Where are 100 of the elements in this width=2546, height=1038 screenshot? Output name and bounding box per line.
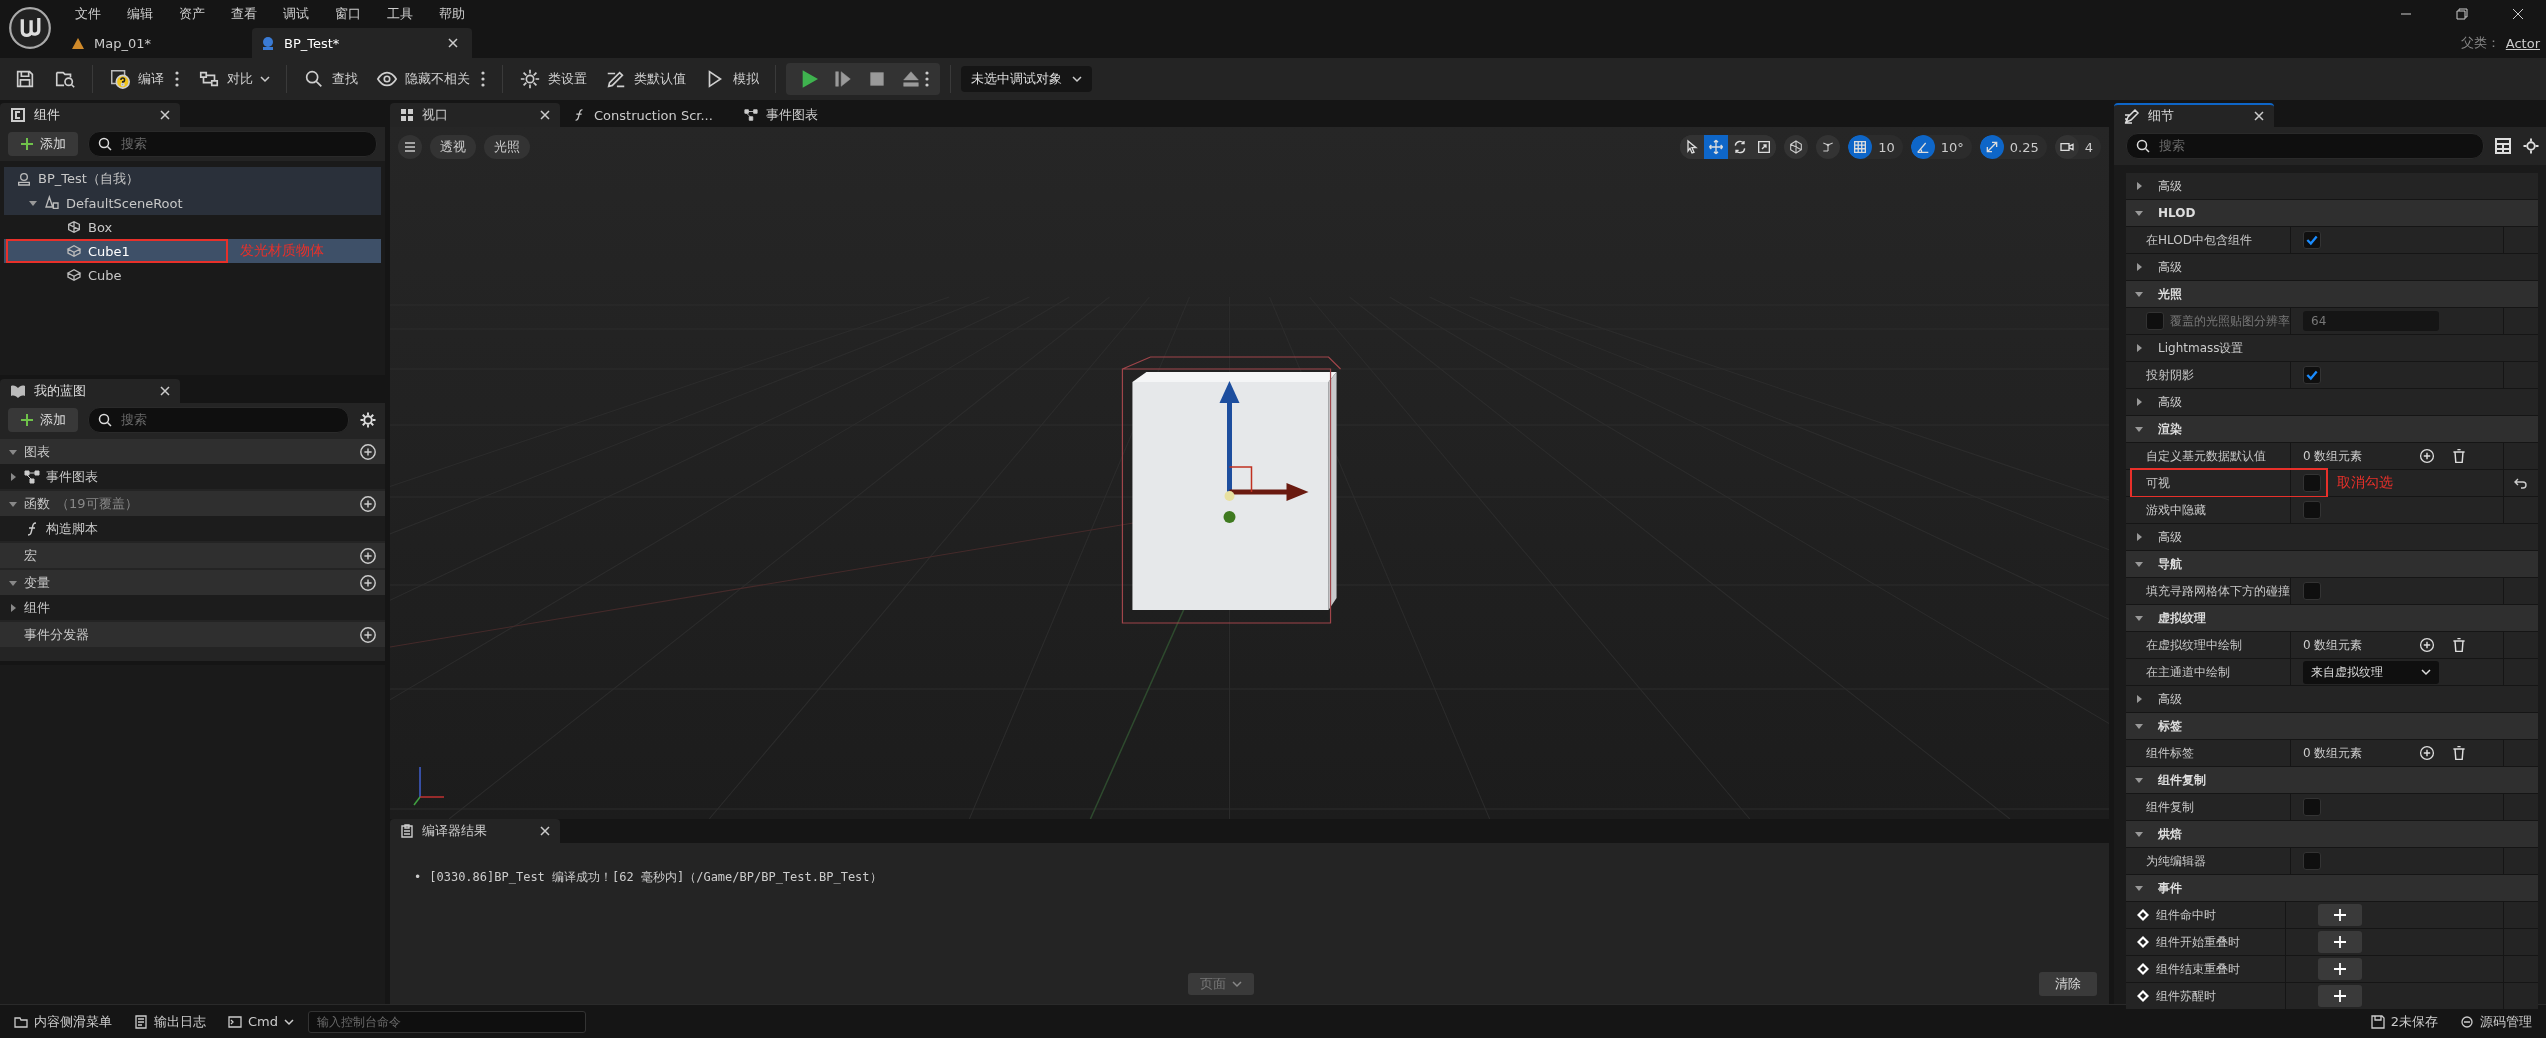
editor-tab[interactable]: 视口 xyxy=(390,103,560,127)
grid-snap-button[interactable] xyxy=(1848,135,1873,159)
close-icon[interactable] xyxy=(2254,111,2264,121)
panel-tab[interactable]: 我的蓝图 xyxy=(0,379,180,403)
checkbox[interactable] xyxy=(2303,474,2321,492)
panel-tab[interactable]: 组件 xyxy=(0,103,180,127)
expand-arrow-icon[interactable] xyxy=(2134,559,2144,569)
add-circle-icon[interactable] xyxy=(359,546,377,565)
close-icon[interactable] xyxy=(448,38,458,48)
class-settings-button[interactable]: 类设置 xyxy=(519,68,587,90)
add-circle-icon[interactable] xyxy=(359,625,377,644)
view-mode-button[interactable]: 光照 xyxy=(484,135,530,159)
local-space-button[interactable] xyxy=(1784,135,1809,159)
expand-arrow-icon[interactable] xyxy=(28,198,38,208)
expand-arrow-icon[interactable] xyxy=(2134,829,2144,839)
panel-tab[interactable]: 编译器结果 xyxy=(390,819,560,843)
add-event-button[interactable] xyxy=(2318,958,2362,980)
more-options-icon[interactable] xyxy=(480,69,486,89)
restore-icon[interactable] xyxy=(2456,8,2468,20)
add-circle-icon[interactable] xyxy=(2419,448,2435,464)
tree-item[interactable]: Cube1 发光材质物体 xyxy=(4,239,381,263)
expand-arrow-icon[interactable] xyxy=(2134,397,2144,407)
document-tab[interactable]: Map_01* xyxy=(62,28,252,58)
section-header[interactable]: HLOD xyxy=(2158,206,2196,220)
add-event-button[interactable] xyxy=(2318,985,2362,1007)
expand-arrow-icon[interactable] xyxy=(2134,694,2144,704)
add-circle-icon[interactable] xyxy=(2419,745,2435,761)
editor-tab[interactable]: Construction Scr... xyxy=(562,103,732,127)
panel-tab[interactable]: 细节 xyxy=(2114,103,2274,127)
section-header[interactable]: 图表 xyxy=(24,442,50,461)
group-header[interactable]: Lightmass设置 xyxy=(2158,339,2244,357)
section-header[interactable]: 光照 xyxy=(2158,285,2182,303)
simulate-button[interactable]: 模拟 xyxy=(704,68,759,90)
add-circle-icon[interactable] xyxy=(359,494,377,513)
settings-icon[interactable] xyxy=(359,411,377,429)
trash-icon[interactable] xyxy=(2451,637,2467,653)
add-button[interactable]: 添加 xyxy=(8,408,78,432)
menu-item[interactable]: 文件 xyxy=(62,5,114,23)
section-header[interactable]: 烘焙 xyxy=(2158,825,2182,843)
expand-arrow-icon[interactable] xyxy=(8,602,18,613)
expand-arrow-icon[interactable] xyxy=(2134,883,2144,893)
expand-arrow-icon[interactable] xyxy=(2134,424,2144,434)
settings-icon[interactable] xyxy=(2522,137,2540,155)
search-field[interactable]: 搜索 xyxy=(88,407,349,433)
more-options-icon[interactable] xyxy=(924,69,930,89)
clear-button[interactable]: 清除 xyxy=(2039,972,2097,996)
add-event-button[interactable] xyxy=(2318,904,2362,926)
expand-arrow-icon[interactable] xyxy=(2134,721,2144,731)
trash-icon[interactable] xyxy=(2451,745,2467,761)
search-field[interactable]: 搜索 xyxy=(88,131,377,157)
section-header[interactable]: 函数 xyxy=(24,494,50,513)
add-circle-icon[interactable] xyxy=(2419,637,2435,653)
find-button[interactable]: 查找 xyxy=(303,68,358,90)
checkbox[interactable] xyxy=(2303,366,2321,384)
section-header[interactable]: 组件复制 xyxy=(2158,771,2206,789)
section-header[interactable]: 虚拟纹理 xyxy=(2158,609,2206,627)
tree-item[interactable]: Cube xyxy=(4,263,381,287)
list-item[interactable]: 组件 xyxy=(24,598,50,617)
section-header[interactable]: 事件 xyxy=(2158,879,2182,897)
hide-unrelated-button[interactable]: 隐藏不相关 xyxy=(376,68,470,90)
expand-arrow-icon[interactable] xyxy=(2134,775,2144,785)
add-circle-icon[interactable] xyxy=(359,573,377,592)
angle-snap-button[interactable] xyxy=(1910,135,1935,159)
menu-button[interactable] xyxy=(398,135,422,159)
menu-item[interactable]: 工具 xyxy=(374,5,426,23)
content-drawer-button[interactable]: 内容侧滑菜单 xyxy=(6,1012,120,1031)
add-event-button[interactable] xyxy=(2318,931,2362,953)
save-button[interactable] xyxy=(14,68,36,90)
search-field[interactable]: 搜索 xyxy=(2126,133,2484,159)
group-header[interactable]: 高级 xyxy=(2158,258,2182,276)
list-item[interactable]: 构造脚本 xyxy=(46,519,98,538)
expand-arrow-icon[interactable] xyxy=(2134,181,2144,191)
group-header[interactable]: 高级 xyxy=(2158,690,2182,708)
tree-item[interactable]: DefaultSceneRoot xyxy=(4,191,381,215)
expand-arrow-icon[interactable] xyxy=(8,471,18,482)
add-circle-icon[interactable] xyxy=(359,442,377,461)
menu-item[interactable]: 窗口 xyxy=(322,5,374,23)
close-icon[interactable] xyxy=(160,386,170,396)
section-header[interactable]: 宏 xyxy=(24,546,37,565)
checkbox[interactable] xyxy=(2303,501,2321,519)
close-icon[interactable] xyxy=(160,110,170,120)
expand-arrow-icon[interactable] xyxy=(2134,613,2144,623)
section-header[interactable]: 渲染 xyxy=(2158,420,2182,438)
expand-arrow-icon[interactable] xyxy=(2134,289,2144,299)
surface-snap-button[interactable] xyxy=(1816,135,1841,159)
dropdown[interactable]: 来自虚拟纹理 xyxy=(2303,660,2439,684)
console-input[interactable]: 输入控制台命令 xyxy=(308,1010,586,1033)
close-icon[interactable] xyxy=(540,110,550,120)
tree-item[interactable]: BP_Test（自我） xyxy=(4,167,381,191)
menu-item[interactable]: 资产 xyxy=(166,5,218,23)
class-defaults-button[interactable]: 类默认值 xyxy=(605,68,686,90)
tree-item[interactable]: Box xyxy=(4,215,381,239)
compile-button[interactable]: 编译 xyxy=(109,68,164,90)
view-mode-button[interactable]: 透视 xyxy=(430,135,476,159)
expand-arrow-icon[interactable] xyxy=(2134,208,2144,218)
reset-arrow-icon[interactable] xyxy=(2514,476,2528,490)
menu-item[interactable]: 帮助 xyxy=(426,5,478,23)
output-log-button[interactable]: 输出日志 xyxy=(126,1012,214,1031)
checkbox[interactable] xyxy=(2303,231,2321,249)
list-item[interactable]: 事件图表 xyxy=(46,467,98,486)
